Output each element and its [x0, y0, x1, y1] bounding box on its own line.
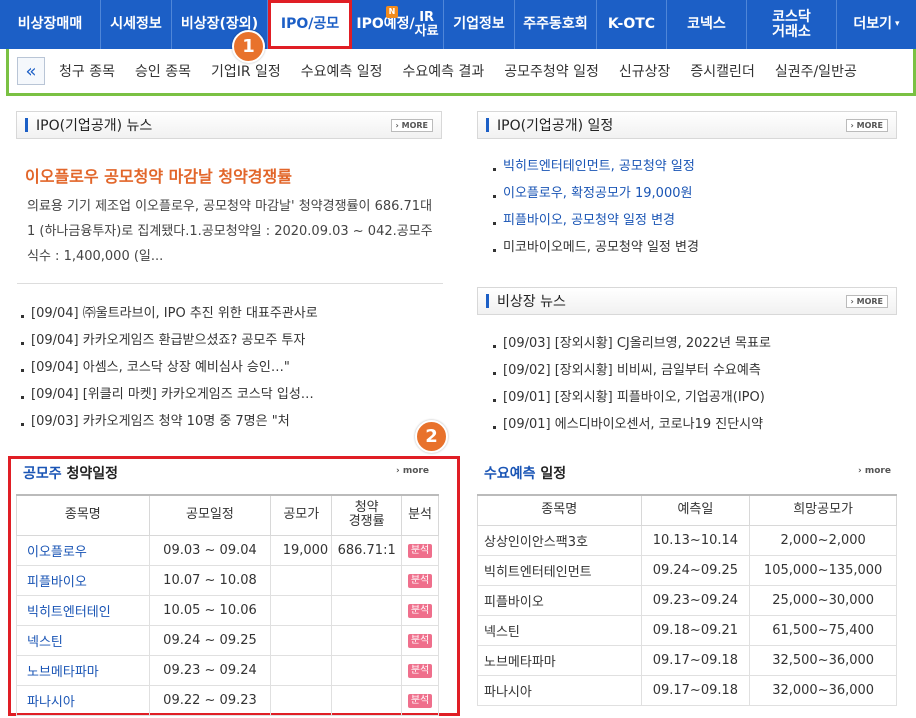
subnav-filed[interactable]: 청구 종목	[59, 61, 115, 81]
news-headline[interactable]: 이오플로우 공모청약 마감날 청약경쟁률	[25, 163, 292, 187]
list-item[interactable]: [09/01] [장외시황] 피플바이오, 기업공개(IPO)	[493, 384, 893, 411]
subscription-more-button[interactable]: › more	[396, 466, 429, 476]
demand-table: 종목명 예측일 희망공모가 상상인이안스팩3호 10.13~10.14 2,00…	[477, 494, 897, 706]
stock-name-link[interactable]: 파나시아	[16, 684, 150, 716]
stock-name[interactable]: 상상인이안스팩3호	[477, 524, 642, 556]
analysis-button[interactable]: 분석	[407, 694, 433, 708]
list-item[interactable]: 빅히트엔터테인먼트, 공모청약 일정	[493, 153, 893, 180]
analysis-button[interactable]: 분석	[407, 544, 433, 558]
tab-company-info[interactable]: 기업정보	[444, 0, 515, 49]
table-row: 상상인이안스팩3호 10.13~10.14 2,000~2,000	[477, 524, 897, 556]
stock-name-link[interactable]: 노브메타파마	[16, 654, 150, 686]
demand-title: 수요예측 일정	[484, 466, 567, 482]
tab-shareholders[interactable]: 주주동호회	[515, 0, 597, 49]
list-item[interactable]: [09/03] 카카오게임즈 청약 10명 중 7명은 "처	[21, 408, 441, 435]
stock-name[interactable]: 파나시아	[477, 674, 642, 706]
unlisted-news-list: [09/03] [장외시황] CJ올리브영, 2022년 목표로 [09/02]…	[493, 330, 893, 438]
list-item[interactable]: 피플바이오, 공모청약 일정 변경	[493, 207, 893, 234]
new-badge: N	[386, 6, 398, 18]
tab-k-otc[interactable]: K-OTC	[597, 0, 667, 49]
list-item[interactable]: [09/03] [장외시황] CJ올리브영, 2022년 목표로	[493, 330, 893, 357]
subnav-demand-result[interactable]: 수요예측 결과	[403, 61, 485, 81]
subnav-calendar[interactable]: 증시캘린더	[690, 61, 754, 81]
list-item[interactable]: [09/02] [장외시황] 비비씨, 금일부터 수요예측	[493, 357, 893, 384]
unlisted-news-more-button[interactable]: › MORE	[845, 295, 888, 308]
stock-name-link[interactable]: 이오플로우	[16, 534, 150, 566]
subnav-subscription-schedule[interactable]: 공모주청약 일정	[504, 61, 599, 81]
prev-arrow-icon[interactable]: «	[17, 57, 45, 85]
subscription-table: 종목명 공모일정 공모가 청약 경쟁률 분석 이오플로우 09.03 ~ 09.0…	[16, 494, 439, 716]
tab-ipo[interactable]: IPO/공모	[268, 0, 352, 49]
news-summary[interactable]: 의료용 기기 제조업 이오플로우, 공모청약 마감날' 청약경쟁률이 686.7…	[27, 194, 437, 269]
ipo-schedule-title: IPO(기업공개) 일정	[497, 118, 614, 134]
stock-name-link[interactable]: 넥스틴	[16, 624, 150, 656]
step-marker-1: 1	[232, 30, 265, 63]
stock-name-link[interactable]: 빅히트엔터테인	[16, 594, 150, 626]
stock-name[interactable]: 노브메타파마	[477, 644, 642, 676]
unlisted-news-header: 비상장 뉴스 › MORE	[477, 287, 897, 315]
table-row: 피플바이오 09.23~09.24 25,000~30,000	[477, 584, 897, 616]
ipo-schedule-header: IPO(기업공개) 일정 › MORE	[477, 111, 897, 139]
main-nav: 비상장매매 시세정보 비상장(장외) IPO/공모 N IPO예정/ IR 자료 …	[0, 0, 916, 49]
table-row: 빅히트엔터테인먼트 09.24~09.25 105,000~135,000	[477, 554, 897, 586]
table-row: 빅히트엔터테인 10.05 ~ 10.06 분석	[16, 594, 439, 626]
sub-nav: « 청구 종목 승인 종목 기업IR 일정 수요예측 일정 수요예측 결과 공모…	[6, 49, 916, 96]
analysis-button[interactable]: 분석	[407, 664, 433, 678]
tab-market-info[interactable]: 시세정보	[101, 0, 172, 49]
chevron-down-icon: ▾	[895, 19, 900, 29]
list-item[interactable]: 이오플로우, 확정공모가 19,000원	[493, 180, 893, 207]
demand-more-button[interactable]: › more	[858, 466, 891, 476]
tab-ipo-plan-ir[interactable]: N IPO예정/ IR 자료	[352, 0, 444, 49]
table-row: 넥스틴 09.18~09.21 61,500~75,400	[477, 614, 897, 646]
ipo-news-list: [09/04] ㈜울트라브이, IPO 추진 위한 대표주관사로 [09/04]…	[21, 300, 441, 435]
stock-name-link[interactable]: 피플바이오	[16, 564, 150, 596]
analysis-button[interactable]: 분석	[407, 634, 433, 648]
analysis-button[interactable]: 분석	[407, 574, 433, 588]
list-item[interactable]: [09/01] 에스디바이오센서, 코로나19 진단시약	[493, 411, 893, 438]
table-row: 노브메타파마 09.23 ~ 09.24 분석	[16, 654, 439, 686]
table-row: 파나시아 09.17~09.18 32,000~36,000	[477, 674, 897, 706]
table-row: 이오플로우 09.03 ~ 09.04 19,000 686.71:1 분석	[16, 534, 439, 566]
list-item[interactable]: [09/04] 아셈스, 코스닥 상장 예비심사 승인…"	[21, 354, 441, 381]
tab-kosdaq-exchange[interactable]: 코스닥 거래소	[747, 0, 837, 49]
ipo-news-more-button[interactable]: › MORE	[390, 119, 433, 132]
subnav-ir-schedule[interactable]: 기업IR 일정	[211, 61, 281, 81]
tab-more[interactable]: 더보기 ▾	[837, 0, 916, 49]
ipo-news-header: IPO(기업공개) 뉴스 › MORE	[16, 111, 442, 139]
subnav-demand-schedule[interactable]: 수요예측 일정	[301, 61, 383, 81]
subnav-new-listing[interactable]: 신규상장	[619, 61, 671, 81]
stock-name[interactable]: 빅히트엔터테인먼트	[477, 554, 642, 586]
table-row: 넥스틴 09.24 ~ 09.25 분석	[16, 624, 439, 656]
table-row: 파나시아 09.22 ~ 09.23 분석	[16, 684, 439, 716]
ipo-schedule-list: 빅히트엔터테인먼트, 공모청약 일정 이오플로우, 확정공모가 19,000원 …	[493, 153, 893, 261]
tab-unlisted-trading[interactable]: 비상장매매	[0, 0, 101, 49]
analysis-button[interactable]: 분석	[407, 604, 433, 618]
table-row: 노브메타파마 09.17~09.18 32,500~36,000	[477, 644, 897, 676]
list-item[interactable]: 미코바이오메드, 공모청약 일정 변경	[493, 234, 893, 261]
list-item[interactable]: [09/04] ㈜울트라브이, IPO 추진 위한 대표주관사로	[21, 300, 441, 327]
stock-name[interactable]: 피플바이오	[477, 584, 642, 616]
unlisted-news-title: 비상장 뉴스	[497, 294, 566, 310]
tab-konex[interactable]: 코넥스	[667, 0, 747, 49]
table-row: 피플바이오 10.07 ~ 10.08 분석	[16, 564, 439, 596]
subnav-approved[interactable]: 승인 종목	[135, 61, 191, 81]
list-item[interactable]: [09/04] 카카오게임즈 환급받으셨죠? 공모주 투자	[21, 327, 441, 354]
subnav-rights[interactable]: 실권주/일반공	[775, 61, 857, 81]
subscription-title: 공모주 청약일정	[23, 466, 119, 482]
ipo-news-title: IPO(기업공개) 뉴스	[36, 118, 153, 134]
ipo-schedule-more-button[interactable]: › MORE	[845, 119, 888, 132]
stock-name[interactable]: 넥스틴	[477, 614, 642, 646]
list-item[interactable]: [09/04] [위클리 마켓] 카카오게임즈 코스닥 입성…	[21, 381, 441, 408]
